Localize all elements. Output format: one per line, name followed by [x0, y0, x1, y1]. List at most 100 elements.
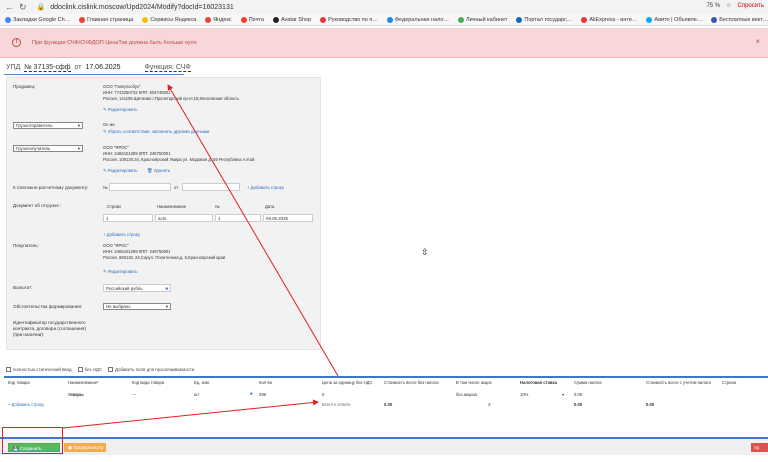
col-header: Налоговая ставка — [520, 380, 557, 385]
delete-button[interactable]: Уд — [751, 443, 768, 452]
bookmark-item[interactable]: Главная страница — [79, 16, 133, 23]
bookmark-label: Федеральная нало… — [394, 16, 449, 23]
checkbox[interactable] — [107, 367, 113, 373]
doc-type: УПД — [6, 64, 21, 71]
currency-input[interactable]: Российский рубль ■ — [103, 284, 171, 292]
bookmark-item[interactable]: Закладки Google Ch… — [5, 16, 70, 23]
checkbox[interactable] — [6, 367, 11, 373]
add-row-link[interactable]: + Добавить строку — [8, 402, 44, 407]
doc-number[interactable]: № 37135-сфф — [24, 64, 71, 72]
bookmark-label: Портал государс… — [524, 16, 573, 23]
consignee-inn: ИНН: 2466101289 КПП: 246750001 — [103, 151, 171, 156]
chevron-down-icon: ▾ — [77, 146, 80, 151]
highlight-box — [2, 427, 63, 454]
shipment-add-link[interactable]: + Добавить строку — [103, 232, 140, 237]
bookmark-item[interactable]: Портал государс… — [516, 16, 573, 23]
payment-number-input[interactable] — [109, 183, 171, 191]
payment-date-input[interactable] — [182, 183, 240, 191]
bookmark-favicon-icon — [581, 16, 588, 23]
buyer-name: ООО "ЯРОС" — [103, 243, 129, 248]
col-header: Наименование* — [68, 380, 99, 385]
bookmark-label: AliExpress - инте… — [589, 16, 638, 23]
seller-name: ООО "Гипергосбух" — [103, 84, 141, 89]
option-static-input[interactable]: полностью статический ввод — [6, 367, 72, 373]
bookmark-item[interactable]: Бесплатные вект… — [711, 16, 768, 23]
row-rate[interactable]: 10% — [520, 392, 528, 397]
consignee-edit-link[interactable]: ✎ Редактировать — [103, 168, 137, 174]
col-header: Сумма налога — [574, 380, 602, 385]
bookmark-favicon-icon — [142, 16, 149, 23]
bookmark-favicon-icon — [205, 16, 212, 23]
zoom-level[interactable]: 75 % — [706, 3, 720, 9]
currency-picker-icon[interactable]: ■ — [165, 285, 168, 292]
bookmark-item[interactable]: Руководство по п… — [320, 16, 378, 23]
bookmark-label: Бесплатные вект… — [719, 16, 768, 23]
gov-contract-input[interactable] — [103, 320, 171, 328]
close-icon[interactable]: × — [755, 37, 760, 46]
shipment-line-input[interactable]: 1 — [103, 214, 153, 222]
row-qty[interactable]: 298 — [259, 392, 266, 397]
document-title: УПД № 37135-сфф от 17.06.2025 Функция: С… — [6, 64, 191, 72]
consignee-delete-link[interactable]: 🗑 Удалить — [147, 168, 170, 174]
address-bar[interactable]: ddoclink.cislink.moscow/Upd2024/Modify?d… — [50, 4, 233, 11]
ask-button[interactable]: Спросить — [738, 3, 764, 9]
back-icon[interactable]: ← — [5, 2, 14, 13]
consignee-select[interactable]: Грузополучатель ▾ — [13, 145, 83, 152]
shipment-col-num: № — [215, 204, 220, 209]
shipper-select[interactable]: Грузоотправитель ▾ — [13, 122, 83, 129]
row-unit[interactable]: шт — [194, 392, 199, 397]
option-traceability[interactable]: Добавить поля для прослеживаемости — [107, 367, 194, 373]
bookmark-item[interactable]: Почта — [240, 16, 264, 23]
unit-picker-icon[interactable]: ■ — [250, 391, 253, 396]
bookmark-item[interactable]: Личный кабинет — [457, 16, 508, 23]
browser-toolbar: ← ↻ 🔒 ddoclink.cislink.moscow/Upd2024/Mo… — [0, 0, 768, 14]
bookmark-label: Личный кабинет — [465, 16, 508, 23]
bookmark-item[interactable]: Авито | Объявле… — [646, 16, 702, 23]
consignee-address: Россия, 109120,34, Красноярский Умира ул… — [103, 157, 255, 162]
grand-total: 0.00 — [646, 402, 655, 407]
row-tax: 0.00 — [574, 392, 583, 397]
shipment-date-input[interactable]: 09.06.2025 — [263, 214, 313, 222]
checkbox[interactable] — [77, 367, 83, 373]
chevron-down-icon: ▾ — [77, 123, 80, 128]
bookmark-label: Яндекс — [213, 16, 232, 23]
bookmark-item[interactable]: Яндекс — [205, 16, 232, 23]
bookmark-favicon-icon — [5, 16, 11, 23]
payment-add-link[interactable]: + Добавить строку — [247, 185, 284, 190]
bookmark-favicon-icon — [79, 16, 86, 23]
chevron-down-icon[interactable]: ▾ — [562, 392, 564, 397]
shipper-unlink[interactable]: ✎ Убрать соответствие, заполнить другими… — [103, 129, 209, 135]
bookmark-item[interactable]: Сервисы Яндекса — [142, 16, 196, 23]
bookmark-star-icon[interactable]: ☆ — [726, 2, 731, 9]
shipment-name-input[interactable]: acts — [155, 214, 213, 222]
basis-select[interactable]: Не выбрано ▾ — [103, 303, 171, 310]
bookmark-item[interactable]: AliExpress - инте… — [581, 16, 638, 23]
col-header: В том числе акциз — [456, 380, 492, 385]
shipment-num-input[interactable]: 1 — [215, 214, 261, 222]
error-alert: ! При функции СЧФ/СЧФДОП ЦенаТов должна … — [0, 28, 768, 58]
seller-edit-link[interactable]: ✎ Редактировать — [103, 107, 137, 113]
bookmark-item[interactable]: Федеральная нало… — [386, 16, 449, 23]
row-excise[interactable]: без акциза — [456, 392, 477, 397]
bookmark-favicon-icon — [516, 16, 523, 23]
preview-button[interactable]: ▣ Предпросмотр — [64, 443, 106, 452]
bookmark-favicon-icon — [320, 16, 327, 23]
total-without-tax: 0.00 — [384, 402, 393, 407]
reload-icon[interactable]: ↻ — [19, 2, 27, 13]
row-price[interactable]: 0 — [322, 392, 324, 397]
shipper-value: Он же — [103, 122, 115, 127]
buyer-edit-link[interactable]: ✎ Редактировать — [103, 269, 137, 275]
gov-contract-label: Идентификатор государственного контракта… — [13, 320, 86, 337]
row-name[interactable]: товары — [68, 392, 84, 397]
lock-icon[interactable]: 🔒 — [37, 3, 46, 11]
col-header: Стоимость всего с учетом налога — [646, 380, 711, 385]
row-kind[interactable]: --- — [132, 392, 136, 397]
bookmark-item[interactable]: Avatar Shop — [272, 16, 311, 23]
seller-label: Продавец: — [13, 84, 36, 89]
options-row: полностью статический ввод без НДС Добав… — [6, 367, 194, 373]
document-form: Продавец: ООО "Гипергосбух" ИНН: 7743250… — [6, 77, 321, 350]
bookmark-favicon-icon — [457, 16, 464, 23]
option-no-vat[interactable]: без НДС — [77, 367, 102, 373]
doc-date[interactable]: 17.06.2025 — [85, 64, 120, 71]
doc-function[interactable]: Функция: СЧФ — [144, 64, 191, 72]
